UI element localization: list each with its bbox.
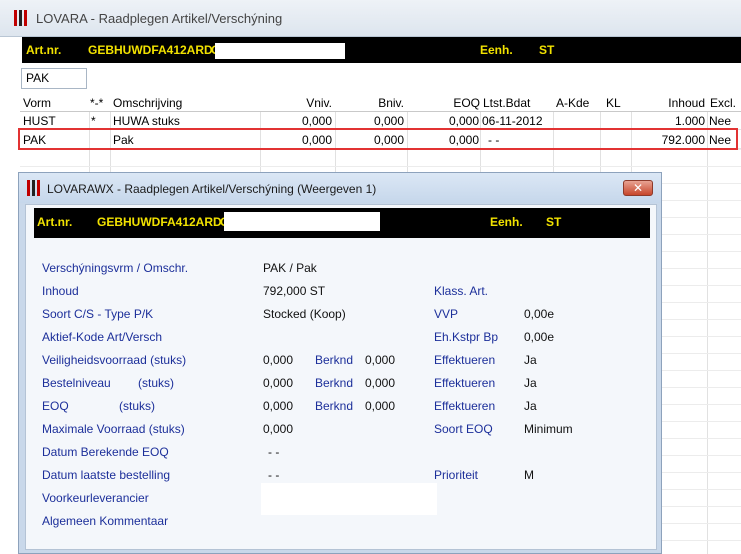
col-header-vorm[interactable]: Vorm xyxy=(23,96,51,110)
cell-vorm: HUST xyxy=(23,114,56,128)
bestelniveau-berknd-value: 0,000 xyxy=(365,376,396,390)
dlg-artnr-label: Art.nr. xyxy=(37,215,73,229)
bestelniveau-unit: (stuks) xyxy=(138,376,174,390)
datum-laatste-bestelling-value: - - xyxy=(268,468,280,482)
aktief-kode-label: Aktief-Kode Art/Versch xyxy=(42,330,163,344)
dlg-redacted-description-box xyxy=(224,212,380,231)
cell-excl: Nee xyxy=(709,114,732,128)
dialog-logo-icon xyxy=(27,180,41,196)
dialog-title: LOVARAWX - Raadplegen Artikel/Verschýnin… xyxy=(47,182,377,196)
eenh-value: ST xyxy=(539,43,555,57)
veiligheid-effektueren-value: Ja xyxy=(524,353,537,367)
redacted-description-box xyxy=(215,43,345,59)
veiligheid-label: Veiligheidsvoorraad (stuks) xyxy=(42,353,187,367)
datum-berekende-eoq-value: - - xyxy=(268,445,280,459)
inhoud-value: 792,000 ST xyxy=(263,284,326,298)
eoq-label: EOQ xyxy=(42,399,69,413)
close-icon[interactable]: ✕ xyxy=(623,180,653,196)
dlg-eenh-label: Eenh. xyxy=(490,215,523,229)
eh-kstpr-label: Eh.Kstpr Bp xyxy=(434,330,499,344)
veiligheid-effektueren-label: Effektueren xyxy=(434,353,496,367)
veiligheid-value: 0,000 xyxy=(263,353,294,367)
bestelniveau-label: Bestelniveau xyxy=(42,376,111,390)
cell-bniv: 0,000 xyxy=(373,114,404,128)
vvp-value: 0,00e xyxy=(524,307,555,321)
veiligheid-berknd-value: 0,000 xyxy=(365,353,396,367)
window-title: LOVARA - Raadplegen Artikel/Verschýning xyxy=(36,11,283,26)
app-logo-icon xyxy=(14,10,28,26)
dialog-titlebar[interactable]: LOVARAWX - Raadplegen Artikel/Verschýnin… xyxy=(19,173,661,203)
vorm-omschr-value: PAK / Pak xyxy=(263,261,317,275)
vorm-omschr-label: Verschýningsvrm / Omschr. xyxy=(42,261,189,275)
main-titlebar[interactable]: LOVARA - Raadplegen Artikel/Verschýning xyxy=(0,0,741,37)
eoq-unit: (stuks) xyxy=(119,399,155,413)
eoq-berknd-label: Berknd xyxy=(315,399,354,413)
dialog-article-header: Art.nr. GEBHUWDFA412ARD C Eenh. ST xyxy=(34,208,650,238)
col-header-kl[interactable]: KL xyxy=(606,96,621,110)
datum-laatste-bestelling-label: Datum laatste bestelling xyxy=(42,468,171,482)
cell-eoq: 0,000 xyxy=(448,114,479,128)
cell-inhoud: 1.000 xyxy=(674,114,705,128)
cell-omschrijving: HUWA stuks xyxy=(113,114,180,128)
dlg-eenh-value: ST xyxy=(546,215,562,229)
cell-star: * xyxy=(91,114,96,128)
prioriteit-value: M xyxy=(524,468,534,482)
soort-type-label: Soort C/S - Type P/K xyxy=(42,307,154,321)
article-header-bar: Art.nr. GEBHUWDFA412ARD C Eenh. ST xyxy=(22,37,741,63)
veiligheid-berknd-label: Berknd xyxy=(315,353,354,367)
algemeen-kommentaar-label: Algemeen Kommentaar xyxy=(42,514,169,528)
selected-row-highlight xyxy=(18,128,738,150)
col-header-omschrijving[interactable]: Omschrijving xyxy=(113,96,182,110)
soort-type-value: Stocked (Koop) xyxy=(263,307,346,321)
eoq-berknd-value: 0,000 xyxy=(365,399,396,413)
dialog-content: Art.nr. GEBHUWDFA412ARD C Eenh. ST Versc… xyxy=(25,204,657,550)
max-voorraad-value: 0,000 xyxy=(263,422,294,436)
voorkeurleverancier-label: Voorkeurleverancier xyxy=(42,491,149,505)
col-header-excl[interactable]: Excl. xyxy=(710,96,736,110)
bestelniveau-effektueren-label: Effektueren xyxy=(434,376,496,390)
col-header-star[interactable]: *-* xyxy=(90,96,103,110)
soort-eoq-value: Minimum xyxy=(524,422,573,436)
klass-art-label: Klass. Art. xyxy=(434,284,489,298)
inhoud-label: Inhoud xyxy=(42,284,79,298)
col-header-inhoud[interactable]: Inhoud xyxy=(668,96,705,110)
eh-kstpr-value: 0,00e xyxy=(524,330,555,344)
vvp-label: VVP xyxy=(434,307,459,321)
bestelniveau-berknd-label: Berknd xyxy=(315,376,354,390)
soort-eoq-label: Soort EOQ xyxy=(434,422,493,436)
eoq-value: 0,000 xyxy=(263,399,294,413)
col-header-eoq[interactable]: EOQ xyxy=(453,96,480,110)
vorm-filter-input[interactable]: PAK xyxy=(21,68,87,89)
eoq-effektueren-label: Effektueren xyxy=(434,399,496,413)
prioriteit-label: Prioriteit xyxy=(434,468,479,482)
col-header-vniv[interactable]: Vniv. xyxy=(306,96,332,110)
datum-berekende-eoq-label: Datum Berekende EOQ xyxy=(42,445,169,459)
cell-ltst-bdat: 06-11-2012 xyxy=(482,114,543,128)
col-header-ltst-bdat[interactable]: Ltst.Bdat xyxy=(483,96,530,110)
bestelniveau-value: 0,000 xyxy=(263,376,294,390)
voorkeurleverancier-redacted-box xyxy=(261,483,437,515)
dlg-artnr-value: GEBHUWDFA412ARD xyxy=(97,215,222,229)
detail-dialog: LOVARAWX - Raadplegen Artikel/Verschýnin… xyxy=(18,172,662,554)
bestelniveau-effektueren-value: Ja xyxy=(524,376,537,390)
artnr-value: GEBHUWDFA412ARD xyxy=(88,43,213,57)
max-voorraad-label: Maximale Voorraad (stuks) xyxy=(42,422,185,436)
eoq-effektueren-value: Ja xyxy=(524,399,537,413)
col-header-bniv[interactable]: Bniv. xyxy=(378,96,404,110)
col-header-a-kde[interactable]: A-Kde xyxy=(556,96,589,110)
artnr-label: Art.nr. xyxy=(26,43,62,57)
cell-vniv: 0,000 xyxy=(301,114,332,128)
grid-header-row: Vorm *-* Omschrijving Vniv. Bniv. EOQ Lt… xyxy=(20,94,741,112)
eenh-label: Eenh. xyxy=(480,43,513,57)
